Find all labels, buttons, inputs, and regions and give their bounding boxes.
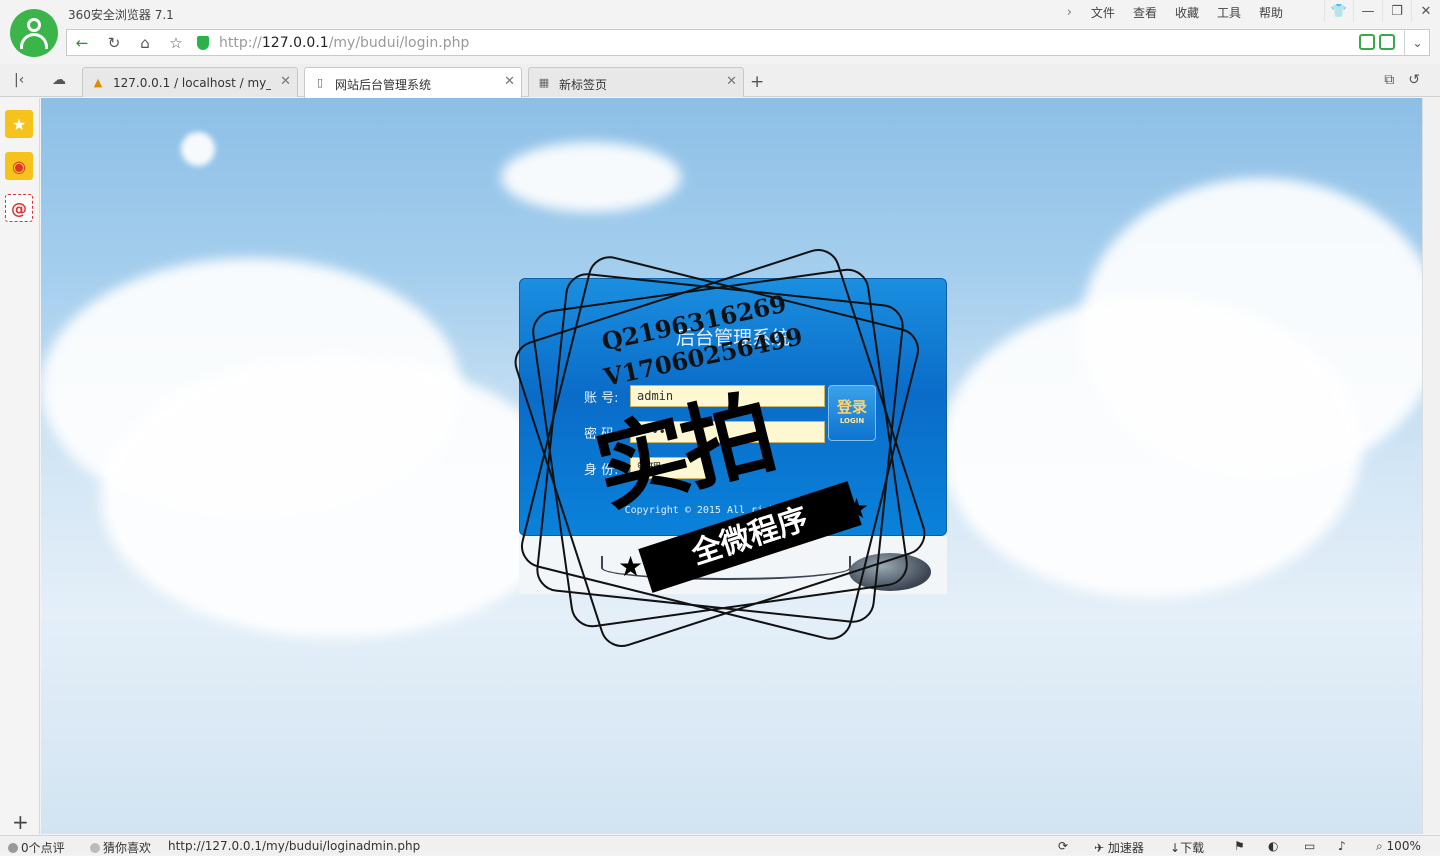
download-label: 下载	[1180, 841, 1205, 855]
sidebar-toggle-icon[interactable]: |‹	[14, 72, 24, 88]
url-input[interactable]: http://127.0.0.1/my/budui/login.php	[219, 35, 469, 51]
address-dropdown-button[interactable]: ⌄	[1404, 29, 1430, 56]
menu-tools[interactable]: 工具	[1208, 4, 1250, 21]
favorites-star-icon[interactable]: ★	[5, 110, 33, 138]
tab-label: 新标签页	[559, 78, 608, 92]
sidebar: ★ ◉ @ +	[0, 98, 40, 834]
restore-button[interactable]: ❐	[1382, 0, 1411, 22]
minimize-button[interactable]: —	[1353, 0, 1382, 22]
user-avatar-icon[interactable]	[10, 9, 58, 57]
cloud-top	[501, 142, 681, 212]
url-path: /my/budui/login.php	[328, 35, 470, 51]
address-actions	[1359, 34, 1395, 50]
star-sparkle	[181, 132, 215, 166]
menu-favorites[interactable]: 收藏	[1166, 4, 1208, 21]
sound-icon[interactable]: ♪	[1338, 839, 1346, 853]
tab-list-icon[interactable]: ⧉	[1384, 72, 1394, 88]
comments-label: 0个点评	[21, 841, 65, 855]
title-bar: 360安全浏览器 7.1 › 文件 查看 收藏 工具 帮助 👕 — ❐ ✕	[0, 0, 1440, 28]
home-icon[interactable]: ⌂	[134, 33, 156, 53]
menu-help[interactable]: 帮助	[1250, 4, 1292, 21]
guess-like-status[interactable]: 猜你喜欢	[90, 839, 151, 856]
window-controls: 👕 — ❐ ✕	[1324, 0, 1440, 22]
cloud-icon[interactable]: ☁	[52, 72, 66, 88]
zoom-icon: ⌕	[1376, 839, 1387, 853]
grid-icon: ▦	[538, 76, 550, 89]
app-title: 360安全浏览器 7.1	[68, 8, 174, 22]
accelerator-button[interactable]: ✈ 加速器	[1094, 839, 1144, 856]
sidebar-add-button[interactable]: +	[12, 810, 29, 834]
tab-admin-login[interactable]: ▯ 网站后台管理系统 ✕	[304, 67, 522, 98]
comment-icon	[8, 843, 18, 853]
accelerator-label: 加速器	[1107, 841, 1144, 855]
new-tab-button[interactable]: +	[750, 72, 764, 92]
reload-icon[interactable]: ↻	[103, 33, 125, 53]
url-host: 127.0.0.1	[261, 35, 329, 51]
comments-status[interactable]: 0个点评	[8, 839, 65, 856]
address-bar: ← ↻ ⌂ ☆ http://127.0.0.1/my/budui/login.…	[66, 29, 1430, 56]
flag-icon[interactable]: ⚑	[1234, 839, 1245, 853]
skin-icon[interactable]: 👕	[1324, 0, 1353, 22]
pma-icon: ▲	[93, 76, 103, 89]
vertical-scrollbar[interactable]	[1422, 98, 1440, 834]
cloud-right-2	[941, 298, 1361, 598]
tab-bar: |‹ ☁ ▲ 127.0.0.1 / localhost / my_b ✕ ▯ …	[0, 64, 1440, 98]
heart-icon	[90, 843, 100, 853]
menu-view[interactable]: 查看	[1124, 4, 1166, 21]
star-icon: ★	[618, 550, 644, 583]
tab-new-tab[interactable]: ▦ 新标签页 ✕	[528, 67, 744, 97]
leaf-icon[interactable]	[1379, 34, 1395, 50]
close-window-button[interactable]: ✕	[1411, 0, 1440, 22]
close-icon[interactable]: ✕	[504, 74, 515, 89]
download-button[interactable]: ↓下载	[1170, 839, 1204, 856]
rocket-icon: ✈	[1094, 841, 1108, 855]
tab-phpmyadmin[interactable]: ▲ 127.0.0.1 / localhost / my_b ✕	[82, 67, 298, 97]
share-icon[interactable]	[1359, 34, 1375, 50]
close-icon[interactable]: ✕	[280, 74, 291, 89]
url-scheme: http://	[219, 35, 262, 51]
undo-close-icon[interactable]: ↺	[1408, 72, 1420, 88]
zoom-control[interactable]: ⌕ 100%	[1376, 839, 1421, 854]
tab-label: 127.0.0.1 / localhost / my_b	[113, 76, 271, 90]
weibo-icon[interactable]: ◉	[5, 152, 33, 180]
mail-at-icon[interactable]: @	[5, 194, 33, 222]
ie-mode-icon[interactable]: ⟳	[1058, 839, 1068, 853]
shield-icon	[197, 36, 209, 50]
download-icon: ↓	[1170, 841, 1181, 855]
menu-bar: › 文件 查看 收藏 工具 帮助	[1067, 4, 1292, 21]
menu-file[interactable]: 文件	[1082, 4, 1124, 21]
status-link: http://127.0.0.1/my/budui/loginadmin.php	[168, 839, 421, 853]
window-icon[interactable]: ▭	[1304, 839, 1315, 853]
tab-bar-actions: ⧉ ↺	[1384, 72, 1420, 88]
page-icon: ▯	[316, 76, 324, 89]
back-arrow-icon[interactable]: ←	[71, 33, 93, 53]
status-bar: 0个点评 猜你喜欢 http://127.0.0.1/my/budui/logi…	[0, 835, 1440, 855]
chevron-right-icon[interactable]: ›	[1067, 5, 1072, 20]
zoom-label: 100%	[1386, 839, 1421, 853]
tab-label: 网站后台管理系统	[335, 78, 432, 92]
watermark-stamp: Q2196316269 V17060256499 实拍 全微程序 ★ ★	[508, 243, 932, 653]
star-icon[interactable]: ☆	[165, 33, 187, 53]
guess-label: 猜你喜欢	[103, 841, 152, 855]
browser-icon[interactable]: ◐	[1268, 839, 1278, 853]
close-icon[interactable]: ✕	[726, 74, 737, 89]
cloud-left-2	[101, 358, 571, 638]
star-icon: ★	[844, 492, 870, 525]
